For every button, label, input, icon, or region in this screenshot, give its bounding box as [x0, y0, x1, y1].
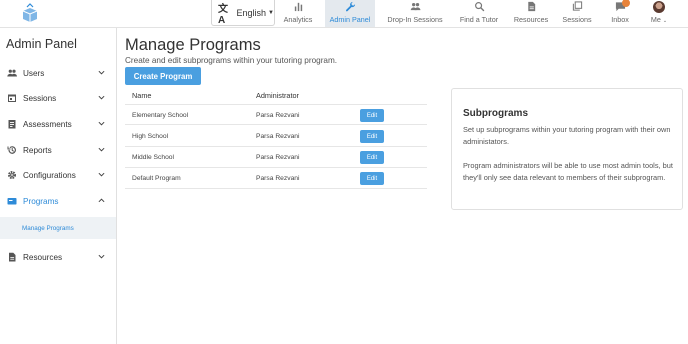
table-row: Middle School Parsa Rezvani Edit — [125, 147, 427, 168]
nav-drop-in-sessions[interactable]: Drop-In Sessions — [384, 0, 446, 27]
language-label: English — [236, 7, 267, 18]
people-icon — [410, 3, 420, 11]
edit-button[interactable]: Edit — [360, 172, 384, 185]
history-icon — [7, 145, 17, 155]
nav-label: Find a Tutor — [459, 15, 499, 24]
folder-icon — [7, 196, 17, 206]
wrench-icon — [345, 1, 355, 12]
nav-label: Resources — [513, 15, 549, 24]
program-administrator: Parsa Rezvani — [256, 112, 300, 119]
calendar-icon — [7, 93, 17, 103]
column-header-administrator: Administrator — [256, 91, 299, 100]
sidebar-subitem-manage-programs[interactable]: Manage Programs — [0, 217, 116, 239]
program-administrator: Parsa Rezvani — [256, 133, 300, 140]
info-card-title: Subprograms — [463, 108, 529, 119]
document-icon — [7, 252, 17, 262]
sidebar-item-sessions[interactable]: Sessions — [0, 87, 116, 109]
bar-chart-icon — [294, 2, 302, 12]
sidebar-item-label: Programs — [23, 196, 59, 206]
app-logo[interactable] — [19, 3, 41, 25]
program-name: Elementary School — [132, 112, 189, 119]
sidebar-item-resources[interactable]: Resources — [0, 246, 116, 268]
program-name: High School — [132, 133, 169, 140]
nav-label: Inbox — [611, 15, 629, 24]
users-icon — [7, 68, 17, 78]
chevron-down-icon — [98, 254, 105, 259]
document-icon — [527, 1, 535, 12]
nav-label: Analytics — [283, 15, 313, 24]
sidebar-item-reports[interactable]: Reports — [0, 139, 116, 161]
sidebar-item-users[interactable]: Users — [0, 62, 116, 84]
edit-button[interactable]: Edit — [360, 109, 384, 122]
sidebar-item-label: Configurations — [23, 170, 76, 180]
sidebar-item-label: Sessions — [23, 93, 57, 103]
sidebar-title: Admin Panel — [6, 37, 77, 51]
info-card-text: Program administrators will be able to u… — [463, 161, 673, 182]
sidebar-item-programs[interactable]: Programs — [0, 190, 116, 212]
nav-resources[interactable]: Resources — [512, 0, 550, 27]
chevron-down-icon — [98, 147, 105, 152]
nav-find-a-tutor[interactable]: Find a Tutor — [457, 0, 501, 27]
notification-badge — [621, 0, 630, 7]
chevron-down-icon: ⌄ — [662, 18, 668, 24]
page-subtitle: Create and edit subprograms within your … — [125, 56, 338, 65]
clipboard-icon — [7, 119, 17, 129]
program-name: Default Program — [132, 175, 181, 182]
sidebar-item-configurations[interactable]: Configurations — [0, 164, 116, 186]
nav-label: Sessions — [562, 15, 592, 24]
logo-icon — [22, 3, 38, 22]
top-nav-bar: 文A English ▼ Analytics Admin Panel Drop-… — [0, 0, 688, 28]
sidebar-item-label: Assessments — [23, 119, 72, 129]
chevron-down-icon — [98, 95, 105, 100]
sidebar-item-label: Users — [23, 68, 45, 78]
chevron-down-icon — [98, 70, 105, 75]
me-label: Me ⌄ — [650, 15, 668, 24]
program-administrator: Parsa Rezvani — [256, 154, 300, 161]
table-row: High School Parsa Rezvani Edit — [125, 126, 427, 147]
language-selector[interactable]: 文A English ▼ — [211, 0, 275, 26]
stack-icon — [572, 1, 582, 11]
page-title: Manage Programs — [125, 36, 261, 54]
sidebar: Admin Panel Users Sessions Assessments R… — [0, 28, 117, 344]
subprograms-info-card: Subprograms Set up subprograms within yo… — [451, 88, 683, 210]
gear-icon — [7, 170, 17, 180]
program-administrator: Parsa Rezvani — [256, 175, 300, 182]
chevron-down-icon — [98, 121, 105, 126]
edit-button[interactable]: Edit — [360, 151, 384, 164]
table-row: Default Program Parsa Rezvani Edit — [125, 168, 427, 189]
program-name: Middle School — [132, 154, 175, 161]
nav-label: Admin Panel — [329, 15, 371, 24]
nav-inbox[interactable]: Inbox — [608, 0, 632, 27]
edit-button[interactable]: Edit — [360, 130, 384, 143]
create-program-button[interactable]: Create Program — [125, 67, 201, 85]
sidebar-item-label: Reports — [23, 145, 52, 155]
sidebar-item-assessments[interactable]: Assessments — [0, 113, 116, 135]
avatar — [653, 1, 665, 13]
nav-me[interactable]: Me ⌄ — [646, 0, 672, 27]
caret-down-icon: ▼ — [268, 9, 274, 16]
column-header-name: Name — [132, 91, 152, 100]
search-icon — [474, 2, 484, 12]
nav-analytics[interactable]: Analytics — [281, 0, 315, 27]
info-card-text: Set up subprograms within your tutoring … — [463, 125, 671, 146]
nav-label: Drop-In Sessions — [387, 15, 443, 24]
chevron-up-icon — [98, 198, 105, 203]
nav-sessions[interactable]: Sessions — [560, 0, 594, 27]
sidebar-item-label: Resources — [23, 252, 63, 262]
translate-icon: 文A — [218, 3, 228, 26]
nav-admin-panel[interactable]: Admin Panel — [325, 0, 375, 27]
table-row: Elementary School Parsa Rezvani Edit — [125, 104, 427, 125]
chevron-down-icon — [98, 172, 105, 177]
